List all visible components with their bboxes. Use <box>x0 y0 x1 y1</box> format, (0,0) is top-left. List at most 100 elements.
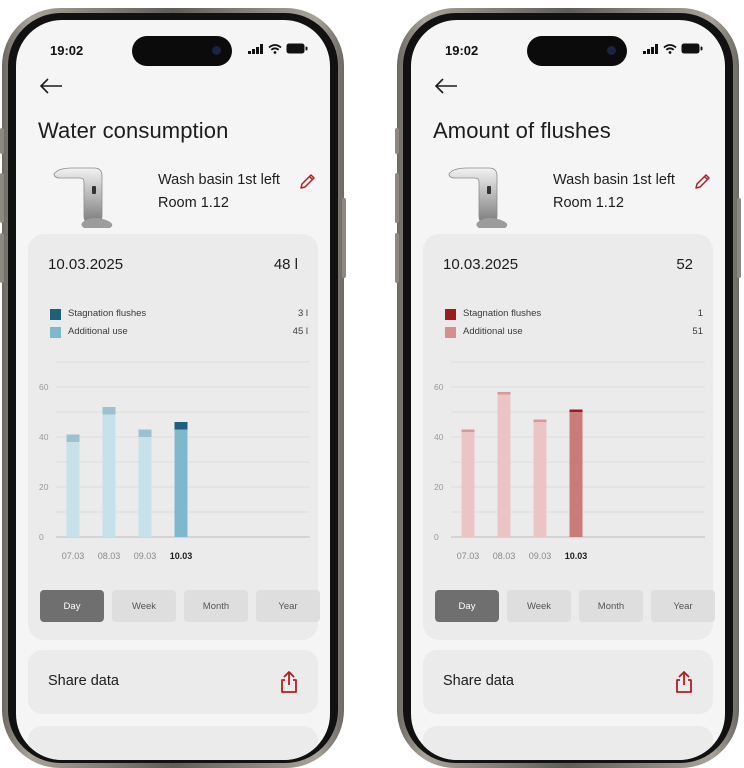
faucet-image <box>448 167 508 228</box>
share-data-label: Share data <box>48 673 119 689</box>
bar-stagnation-flushes <box>174 422 188 430</box>
power-button <box>342 198 346 278</box>
period-year-button[interactable]: Year <box>651 590 715 622</box>
status-bar: 19:02 <box>16 20 330 70</box>
bar-additional-use <box>174 429 188 537</box>
wifi-icon <box>663 43 677 54</box>
bar-stagnation-flushes <box>102 407 116 415</box>
phone-right: 19:02 Amount of flushes Wash basin 1st l… <box>395 8 741 768</box>
battery-icon <box>681 43 703 54</box>
legend-item-additional: Additional use 45 l <box>48 326 308 340</box>
device-room: Room 1.12 <box>553 195 624 211</box>
period-year-button[interactable]: Year <box>256 590 320 622</box>
page-title: Water consumption <box>38 118 229 143</box>
bar-additional-use <box>461 432 475 537</box>
edit-pencil-icon[interactable] <box>298 173 316 191</box>
back-arrow-icon[interactable] <box>38 76 66 96</box>
bar-additional-use <box>533 422 547 537</box>
y-tick-label: 20 <box>434 482 444 492</box>
share-data-label: Share data <box>443 673 514 689</box>
share-icon[interactable] <box>278 670 300 694</box>
statistics-card: 10.03.2025 48 l Stagnation flushes 3 l A… <box>28 234 320 640</box>
bar-stagnation-flushes <box>533 419 547 422</box>
legend-item-stagnation: Stagnation flushes 3 l <box>48 308 308 322</box>
legend-value: 51 <box>692 326 703 337</box>
total-value: 48 l <box>273 256 298 273</box>
legend-label: Additional use <box>463 326 523 337</box>
period-month-button[interactable]: Month <box>579 590 643 622</box>
period-day-button[interactable]: Day <box>435 590 499 622</box>
total-value: 52 <box>676 256 693 273</box>
y-tick-label: 40 <box>434 432 444 442</box>
screen: 19:02 Water consumption Wash basin 1st l… <box>16 20 330 760</box>
volume-down-button <box>395 233 399 283</box>
next-card <box>28 726 318 760</box>
bar-chart: 0 20 40 60 07.03 08.03 09.03 10.03 <box>434 361 705 561</box>
y-tick-label: 60 <box>434 382 444 392</box>
device-room: Room 1.12 <box>158 195 229 211</box>
page-title: Amount of flushes <box>433 118 611 143</box>
next-card <box>423 726 713 760</box>
y-tick-label: 40 <box>39 432 49 442</box>
wifi-icon <box>268 43 282 54</box>
period-selector: Day Week Month Year <box>40 590 320 622</box>
camera-icon <box>607 46 616 55</box>
x-tick-label: 10.03 <box>170 551 193 561</box>
volume-down-button <box>0 233 4 283</box>
status-time: 19:02 <box>445 43 479 58</box>
y-tick-label: 60 <box>39 382 49 392</box>
legend-swatch <box>50 309 61 320</box>
back-arrow-icon[interactable] <box>433 76 461 96</box>
legend-label: Stagnation flushes <box>463 308 542 319</box>
y-tick-label: 20 <box>39 482 49 492</box>
legend-value: 45 l <box>292 326 308 337</box>
signal-icon <box>248 43 263 54</box>
legend-swatch <box>50 327 61 338</box>
bar-stagnation-flushes <box>497 392 511 395</box>
bar-stagnation-flushes <box>461 429 475 432</box>
x-tick-label: 07.03 <box>457 551 480 561</box>
volume-up-button <box>0 173 4 223</box>
status-bar: 19:02 <box>411 20 725 70</box>
legend-label: Additional use <box>68 326 128 337</box>
legend-item-additional: Additional use 51 <box>443 326 703 340</box>
legend-swatch <box>445 327 456 338</box>
legend-label: Stagnation flushes <box>68 308 147 319</box>
share-icon[interactable] <box>673 670 695 694</box>
screen: 19:02 Amount of flushes Wash basin 1st l… <box>411 20 725 760</box>
action-button <box>395 128 399 154</box>
bar-chart: 0 20 40 60 07.03 08.03 09.03 10.03 <box>39 361 310 561</box>
dynamic-island <box>527 36 627 66</box>
bar-additional-use <box>102 414 116 537</box>
bar-stagnation-flushes <box>138 429 152 437</box>
status-icons <box>248 43 308 54</box>
period-week-button[interactable]: Week <box>112 590 176 622</box>
x-tick-label: 10.03 <box>565 551 588 561</box>
period-month-button[interactable]: Month <box>184 590 248 622</box>
x-tick-label: 08.03 <box>493 551 516 561</box>
volume-up-button <box>395 173 399 223</box>
power-button <box>737 198 741 278</box>
x-tick-label: 08.03 <box>98 551 121 561</box>
camera-icon <box>212 46 221 55</box>
legend-value: 3 l <box>297 308 308 319</box>
bar-additional-use <box>497 394 511 537</box>
selected-date: 10.03.2025 <box>48 256 124 273</box>
legend-value: 1 <box>697 308 703 319</box>
period-day-button[interactable]: Day <box>40 590 104 622</box>
x-tick-label: 07.03 <box>62 551 85 561</box>
x-tick-label: 09.03 <box>134 551 157 561</box>
share-data-row[interactable]: Share data <box>28 650 318 714</box>
signal-icon <box>643 43 658 54</box>
battery-icon <box>286 43 308 54</box>
status-icons <box>643 43 703 54</box>
status-time: 19:02 <box>50 43 84 58</box>
y-tick-label: 0 <box>434 532 439 542</box>
statistics-card: 10.03.2025 52 Stagnation flushes 1 Addit… <box>423 234 715 640</box>
legend-swatch <box>445 309 456 320</box>
device-name: Wash basin 1st left <box>158 172 280 188</box>
dynamic-island <box>132 36 232 66</box>
period-week-button[interactable]: Week <box>507 590 571 622</box>
edit-pencil-icon[interactable] <box>693 173 711 191</box>
share-data-row[interactable]: Share data <box>423 650 713 714</box>
